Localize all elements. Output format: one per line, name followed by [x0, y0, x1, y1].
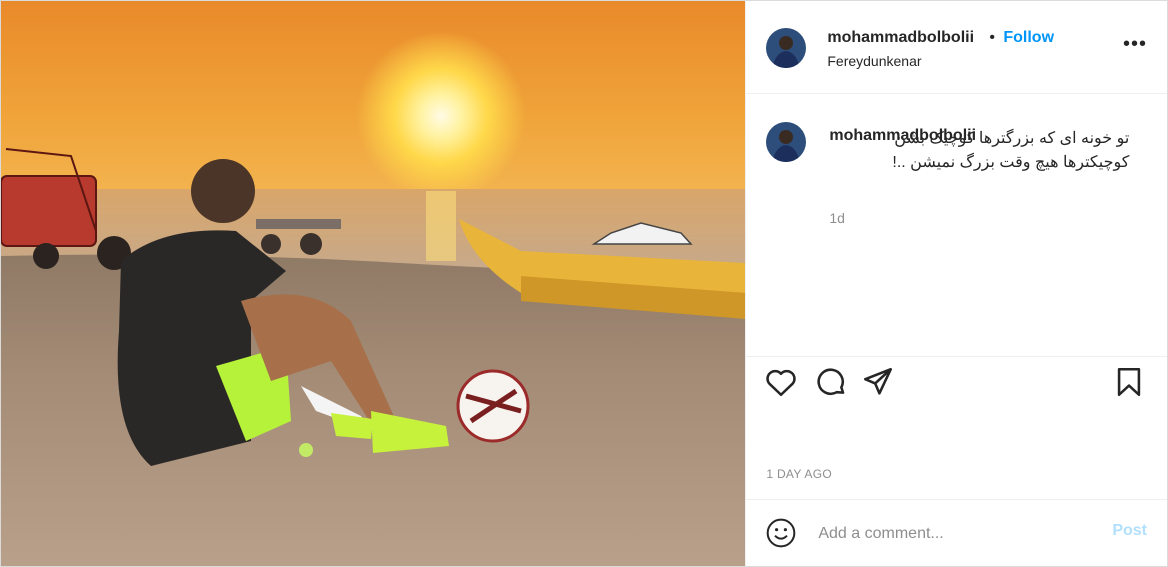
action-bar — [746, 365, 1167, 405]
comment-button[interactable] — [814, 365, 848, 399]
emoji-button[interactable] — [765, 517, 797, 549]
avatar[interactable] — [766, 28, 807, 68]
bookmark-icon — [1118, 367, 1141, 397]
post-comment-button[interactable]: Post — [1112, 522, 1147, 540]
like-button[interactable] — [764, 365, 798, 399]
avatar-image — [766, 122, 807, 162]
follow-button[interactable]: Follow — [1003, 29, 1054, 47]
beach-sunset-photo — [1, 1, 746, 566]
caption-text: تو خونه ای که بزرگترها کوچیک بشن کوچیکتر… — [889, 130, 1130, 171]
instagram-post: mohammadbolbolii • Follow Fereydunkenar … — [0, 0, 1168, 567]
comment-input[interactable] — [816, 522, 1101, 546]
more-options-icon[interactable]: ••• — [1123, 33, 1147, 56]
smiley-icon — [767, 518, 796, 548]
username-link[interactable]: mohammadbolbolii — [827, 29, 974, 47]
post-side-panel: mohammadbolbolii • Follow Fereydunkenar … — [745, 1, 1167, 566]
save-button[interactable] — [1112, 365, 1146, 399]
share-button[interactable] — [861, 365, 895, 399]
comment-form: Post — [746, 499, 1167, 566]
post-date[interactable]: 1 DAY AGO — [766, 467, 832, 481]
comment-icon — [817, 368, 845, 396]
location-link[interactable]: Fereydunkenar — [827, 53, 921, 69]
post-header: mohammadbolbolii • Follow Fereydunkenar … — [746, 1, 1167, 94]
heart-icon — [766, 369, 797, 397]
caption-section: mohammadbolbolii تو خونه ای که بزرگترها … — [746, 94, 1167, 357]
avatar-image — [766, 28, 807, 68]
separator-dot: • — [989, 29, 995, 46]
caption-timestamp[interactable]: 1d — [829, 210, 845, 226]
paper-plane-icon — [864, 367, 893, 395]
caption-avatar[interactable] — [766, 122, 807, 162]
post-photo[interactable] — [1, 1, 746, 566]
